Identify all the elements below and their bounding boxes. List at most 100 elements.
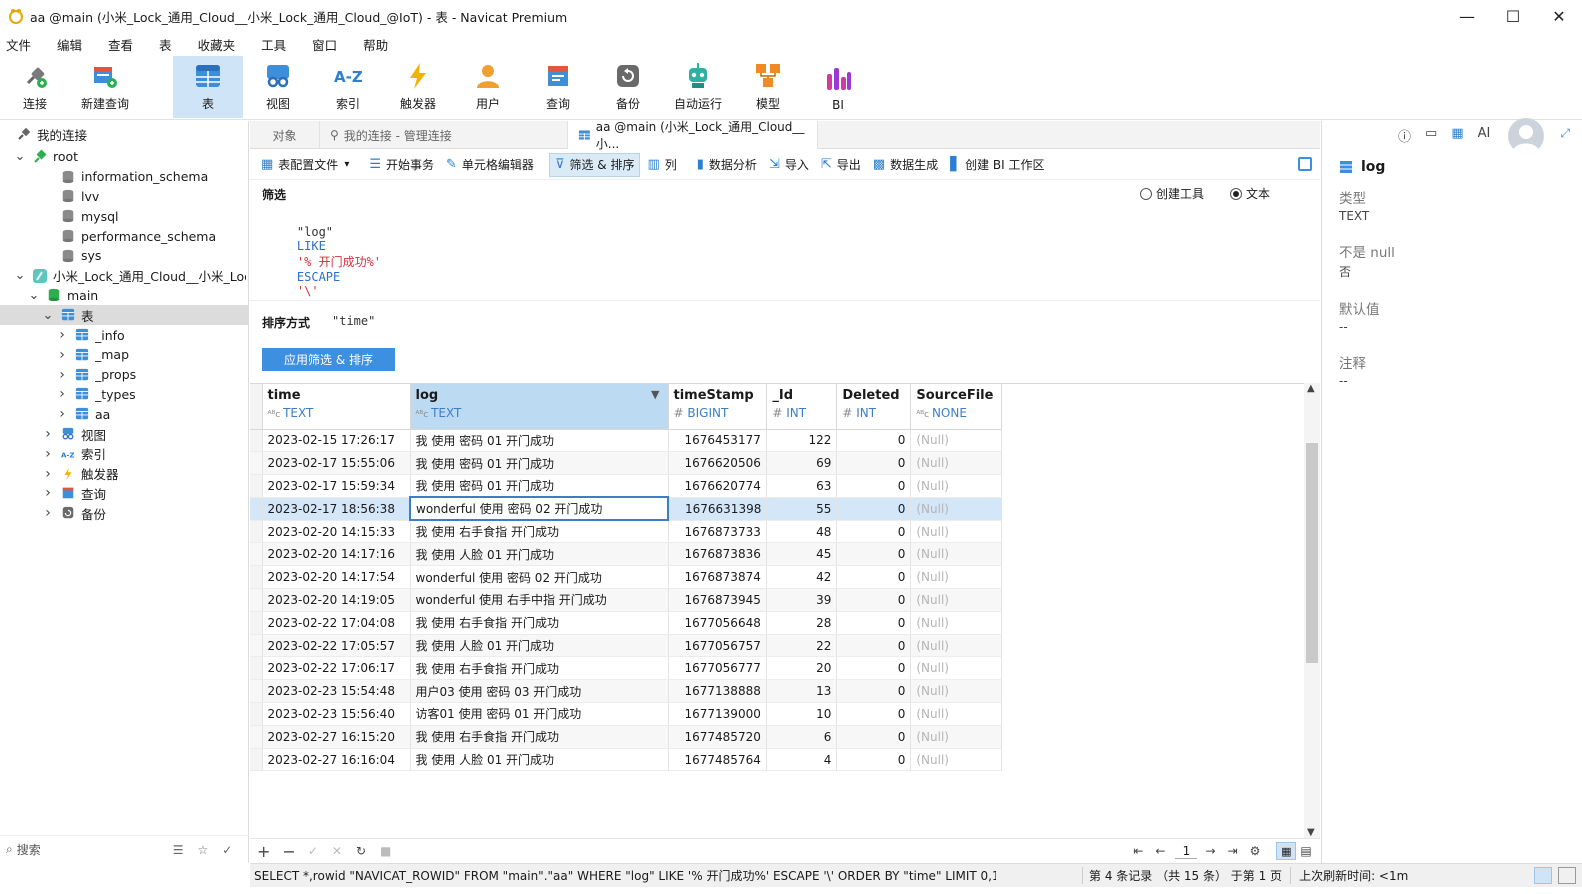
tab-aa-table[interactable]: aa @main (小米_Lock_通用_Cloud__小... (568, 120, 818, 151)
toolbar-trigger-button[interactable]: 触发器 (383, 56, 453, 118)
scrollbar-thumb[interactable] (1306, 443, 1318, 663)
table-cell[interactable]: 2023-02-17 15:59:34 (262, 474, 411, 498)
sidebar-item[interactable]: lvv (0, 187, 248, 207)
sidebar-item[interactable]: mysql (0, 206, 248, 226)
first-page-icon[interactable]: ⇤ (1133, 844, 1143, 858)
filter-mode-builder[interactable]: 创建工具 (1140, 185, 1204, 202)
filter-icon[interactable]: ☰ (173, 843, 184, 857)
table-cell[interactable]: 1677485720 (668, 725, 768, 749)
column-header-timestamp[interactable]: timeStamp # BIGINT (668, 384, 768, 430)
table-cell[interactable]: (Null) (910, 679, 1003, 704)
panel-toggle-right-icon[interactable] (1558, 867, 1576, 884)
apply-filter-sort-button[interactable]: 应用筛选 & 排序 (262, 348, 395, 371)
grid-vertical-scrollbar[interactable]: ▲ ▼ (1304, 383, 1320, 838)
toolbar-export-button[interactable]: ⇱ 导出 (816, 153, 866, 177)
page-number-input[interactable]: 1 (1175, 844, 1198, 859)
sidebar-item[interactable]: › _props (0, 365, 248, 385)
last-page-icon[interactable]: ⇥ (1228, 844, 1238, 858)
table-row[interactable]: 2023-02-20 14:19:05 wonderful 使用 右手中指 开门成… (250, 588, 1003, 612)
table-cell[interactable]: (Null) (910, 497, 1003, 521)
toolbar-query-button[interactable]: 查询 (523, 56, 593, 118)
menu-edit[interactable]: 编辑 (57, 35, 82, 54)
table-cell[interactable]: (Null) (910, 748, 1003, 772)
menu-help[interactable]: 帮助 (363, 35, 388, 54)
table-cell[interactable]: (Null) (910, 429, 1003, 453)
sidebar-item[interactable]: › 备份 (0, 503, 248, 523)
sidebar-item[interactable]: › 查询 (0, 484, 248, 504)
table-cell[interactable]: (Null) (910, 634, 1003, 658)
table-cell[interactable]: 20 (766, 656, 838, 681)
table-row[interactable]: 2023-02-15 17:26:17 我 使用 密码 01 开门成功 167645… (250, 429, 1003, 453)
sidebar-item[interactable]: ⌄ 小米_Lock_通用_Cloud__小米_Lock_通用_Cloud_@IoT (0, 266, 248, 286)
table-cell[interactable]: wonderful 使用 右手中指 开门成功 (410, 588, 669, 612)
toolbar-analysis-button[interactable]: ▮ 数据分析 (692, 153, 762, 177)
chevron-right-icon[interactable]: › (42, 426, 54, 442)
table-row[interactable]: 2023-02-20 14:17:54 wonderful 使用 密码 02 开门… (250, 565, 1003, 590)
toolbar-profile-button[interactable]: ▦ 表配置文件 ▾ (256, 153, 354, 177)
close-button[interactable]: ✕ (1536, 0, 1582, 32)
chevron-down-icon[interactable]: ⌄ (14, 149, 26, 164)
menu-tools[interactable]: 工具 (261, 35, 286, 54)
field-grid-icon[interactable]: ▦ (1451, 126, 1463, 145)
table-cell[interactable]: 2023-02-15 17:26:17 (262, 429, 411, 453)
table-cell[interactable]: 1677056777 (668, 656, 768, 681)
toolbar-cell-editor-button[interactable]: ✎ 单元格编辑器 (441, 153, 539, 177)
table-cell[interactable]: 0 (836, 429, 912, 453)
table-cell[interactable]: 63 (766, 474, 838, 498)
table-cell[interactable]: 2023-02-20 14:17:54 (262, 565, 411, 590)
refresh-icon[interactable]: ↻ (356, 844, 366, 858)
table-cell[interactable]: 0 (836, 542, 912, 567)
table-cell[interactable]: 0 (836, 702, 912, 726)
check-icon[interactable]: ✓ (222, 843, 232, 857)
toolbar-backup-button[interactable]: 备份 (593, 56, 663, 118)
add-record-icon[interactable]: + (257, 842, 270, 861)
column-header-time[interactable]: time ᴬᴮc TEXT (262, 384, 411, 430)
table-row[interactable]: 2023-02-17 18:56:38 wonderful 使用 密码 02 开门… (250, 496, 1003, 522)
sidebar-item[interactable]: › A-Z 索引 (0, 444, 248, 464)
sidebar-item[interactable]: sys (0, 246, 248, 266)
menu-window[interactable]: 窗口 (312, 35, 337, 54)
toolbar-bi-button[interactable]: BI (803, 56, 873, 118)
table-cell[interactable]: 1676873733 (668, 520, 768, 544)
ddl-icon[interactable]: ▭ (1425, 126, 1437, 145)
table-cell[interactable]: 1676873836 (668, 542, 768, 567)
form-view-icon[interactable]: ▤ (1300, 844, 1311, 858)
table-cell[interactable]: 1677138888 (668, 679, 768, 704)
filter-expression-input[interactable]: "log" LIKE '% 开门成功%' ESCAPE '\' (268, 211, 381, 312)
table-cell[interactable]: (Null) (910, 588, 1003, 612)
grid-view-icon[interactable]: ▦ (1276, 842, 1297, 860)
expand-panel-icon[interactable]: ⤢ (1560, 126, 1570, 141)
table-row[interactable]: 2023-02-17 15:59:34 我 使用 密码 01 开门成功 167662… (250, 474, 1003, 498)
table-cell[interactable]: 0 (836, 497, 912, 521)
table-row[interactable]: 2023-02-23 15:54:48 用户03 使用 密码 03 开门成功 167… (250, 679, 1003, 704)
table-cell[interactable]: 2023-02-20 14:15:33 (262, 520, 411, 544)
table-cell[interactable]: 0 (836, 656, 912, 681)
toolbar-bi-workspace-button[interactable]: ▋ 创建 BI 工作区 (945, 153, 1049, 177)
table-cell[interactable]: 0 (836, 611, 912, 635)
dropdown-arrow-icon[interactable]: ▾ (344, 159, 349, 170)
menu-table[interactable]: 表 (159, 35, 172, 54)
table-cell[interactable]: 1676873874 (668, 565, 768, 590)
table-cell[interactable]: (Null) (910, 520, 1003, 544)
toolbar-columns-button[interactable]: ▥ 列 (642, 153, 681, 177)
sidebar-item[interactable]: › 触发器 (0, 464, 248, 484)
table-cell[interactable]: (Null) (910, 474, 1003, 498)
sidebar-item[interactable]: performance_schema (0, 226, 248, 246)
menu-file[interactable]: 文件 (6, 35, 31, 54)
chevron-right-icon[interactable]: › (42, 466, 54, 482)
chevron-down-icon[interactable]: ⌄ (28, 288, 40, 303)
toolbar-transaction-button[interactable]: ☰ 开始事务 (364, 153, 439, 177)
table-cell[interactable]: 1677056757 (668, 634, 768, 658)
row-selector[interactable] (250, 474, 263, 498)
scroll-down-icon[interactable]: ▼ (1307, 827, 1315, 838)
tab-manage-connections[interactable]: ⚲ 我的连接 - 管理连接 (320, 121, 568, 149)
table-row[interactable]: 2023-02-20 14:17:16 我 使用 人脸 01 开门成功 167687… (250, 542, 1003, 567)
radio-unchecked[interactable] (1140, 187, 1152, 200)
star-icon[interactable]: ☆ (198, 843, 209, 857)
table-cell[interactable]: 6 (766, 725, 838, 749)
table-cell[interactable]: 0 (836, 520, 912, 544)
table-cell[interactable]: wonderful 使用 密码 02 开门成功 (409, 496, 669, 522)
table-cell[interactable]: 28 (766, 611, 838, 635)
table-row[interactable]: 2023-02-27 16:16:04 我 使用 人脸 01 开门成功 167748… (250, 748, 1003, 772)
minimize-button[interactable]: — (1444, 0, 1490, 32)
